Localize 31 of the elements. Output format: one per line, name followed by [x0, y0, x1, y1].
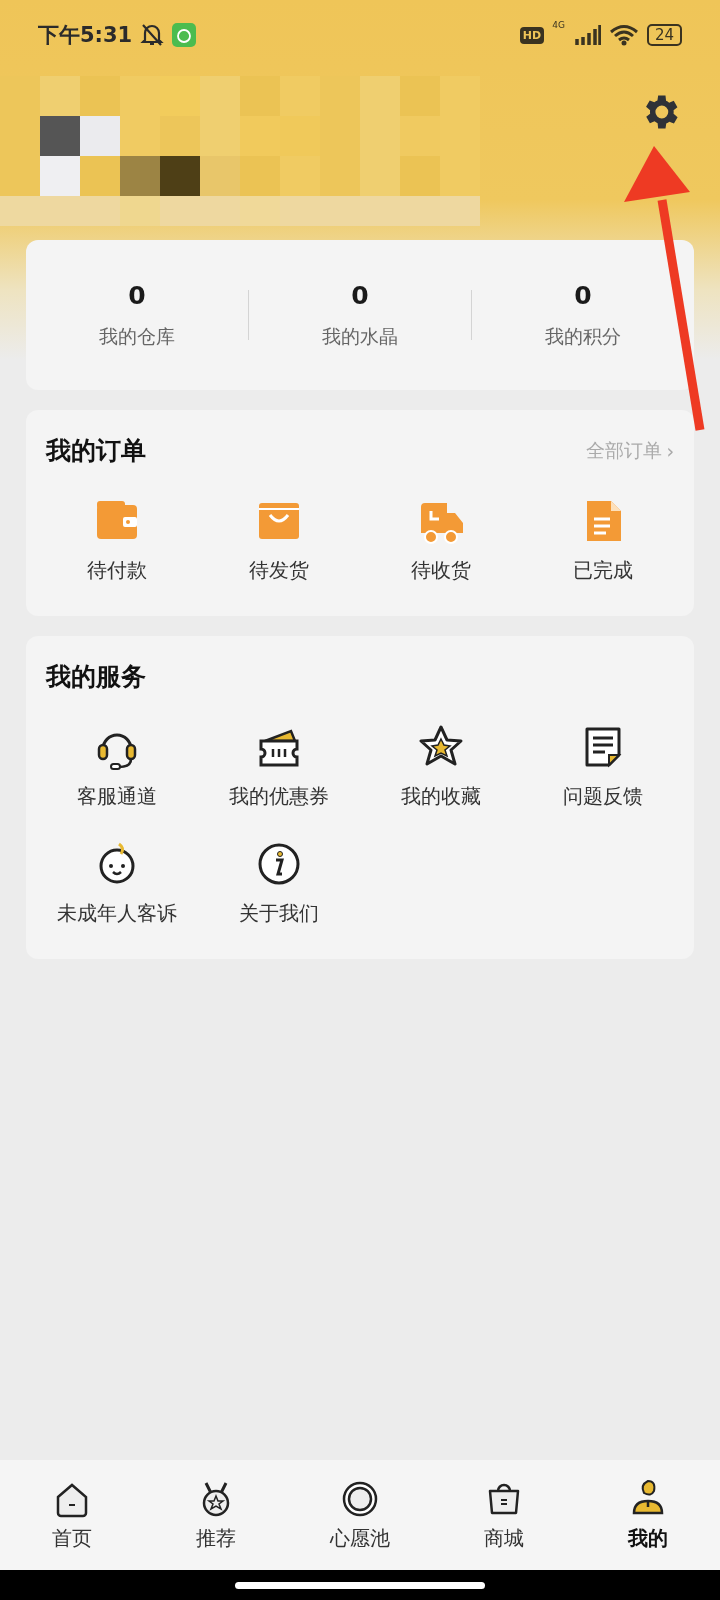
- service-label[interactable]: 未成年人客诉: [57, 900, 177, 927]
- order-status-label[interactable]: 待发货: [249, 557, 309, 584]
- tab-label[interactable]: 商城: [484, 1524, 524, 1552]
- stat-value: 0: [351, 280, 369, 310]
- stat-label[interactable]: 我的仓库: [99, 323, 175, 350]
- stat-value: 0: [574, 280, 592, 310]
- tab-label[interactable]: 我的: [628, 1524, 668, 1552]
- stat-label[interactable]: 我的积分: [545, 323, 621, 350]
- service-label[interactable]: 问题反馈: [563, 783, 643, 810]
- hd-badge: HD: [519, 26, 545, 44]
- wifi-icon: [608, 24, 639, 46]
- stat-label[interactable]: 我的水晶: [322, 323, 398, 350]
- tab-label[interactable]: 心愿池: [330, 1524, 390, 1552]
- service-label[interactable]: 我的收藏: [401, 783, 481, 810]
- order-status-label[interactable]: 待付款: [87, 557, 147, 584]
- order-status-label[interactable]: 已完成: [573, 557, 633, 584]
- tab-label[interactable]: 推荐: [196, 1524, 236, 1552]
- service-label[interactable]: 客服通道: [77, 783, 157, 810]
- tab-label[interactable]: 首页: [52, 1524, 92, 1552]
- section-title: 我的订单: [46, 435, 146, 467]
- network-type: 4G: [552, 20, 565, 30]
- stat-value: 0: [128, 280, 146, 310]
- app-notification-icon: [172, 23, 197, 47]
- service-label[interactable]: 关于我们: [239, 900, 319, 927]
- signal-icon: [572, 25, 601, 45]
- service-label[interactable]: 我的优惠券: [229, 783, 329, 810]
- battery-level: 24: [646, 24, 682, 46]
- order-status-label[interactable]: 待收货: [411, 557, 471, 584]
- section-title: 我的服务: [46, 661, 146, 693]
- status-time: 下午5:31: [38, 22, 133, 49]
- bell-muted-icon: [140, 22, 165, 48]
